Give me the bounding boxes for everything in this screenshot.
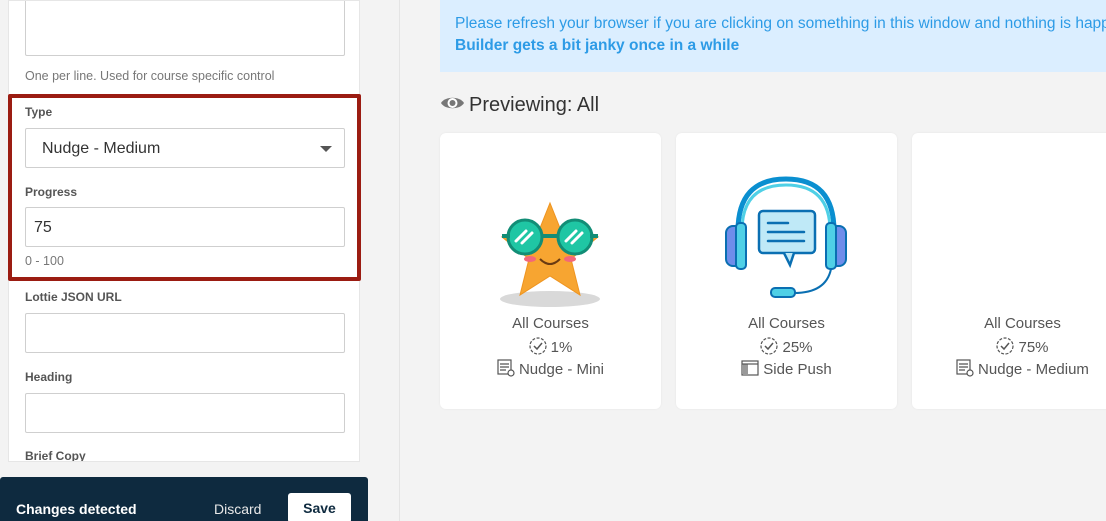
card-type-row: Side Push <box>676 359 897 381</box>
preview-header: Previewing: All <box>440 92 599 118</box>
lottie-url-label: Lottie JSON URL <box>25 290 122 304</box>
type-select-value: Nudge - Medium <box>42 140 161 157</box>
preview-card[interactable]: All Courses 25% Side Push <box>676 133 897 409</box>
card-progress-row: 75% <box>912 337 1106 359</box>
preview-title: Previewing: All <box>469 93 600 116</box>
heading-input[interactable] <box>25 393 345 433</box>
card-progress-row: 25% <box>676 337 897 359</box>
card-type: Side Push <box>763 361 832 378</box>
preview-card[interactable]: All Courses 1% Nudge - Mini <box>440 133 661 409</box>
notice-text: Please refresh your browser if you are c… <box>455 15 1106 32</box>
star-sunglasses-illustration <box>440 133 661 313</box>
card-progress: 75% <box>1018 339 1049 356</box>
progress-help-text: 0 - 100 <box>25 254 64 268</box>
heading-label: Heading <box>25 370 73 384</box>
card-type-row: Nudge - Mini <box>440 359 661 381</box>
progress-check-icon <box>996 337 1015 359</box>
progress-check-icon <box>529 337 547 359</box>
form-card: One per line. Used for course specific c… <box>8 0 360 462</box>
card-art-placeholder <box>912 133 1106 313</box>
progress-check-icon <box>760 337 779 359</box>
card-progress-row: 1% <box>440 337 661 359</box>
card-progress: 25% <box>782 339 813 356</box>
card-type: Nudge - Medium <box>978 361 1089 378</box>
card-progress: 1% <box>550 339 573 356</box>
changes-detected-text: Changes detected <box>16 501 137 517</box>
changes-bar: Changes detected Discard Save <box>0 477 368 521</box>
course-ids-textarea[interactable] <box>25 1 345 56</box>
type-select[interactable]: Nudge - Medium <box>25 128 345 168</box>
card-type: Nudge - Mini <box>518 361 605 378</box>
eye-icon <box>440 94 465 117</box>
card-scope: All Courses <box>984 315 1061 332</box>
discard-button[interactable]: Discard <box>214 501 261 517</box>
card-scope: All Courses <box>512 315 589 332</box>
chevron-down-icon <box>320 146 332 152</box>
nudge-icon <box>497 359 515 381</box>
brief-copy-label: Brief Copy <box>25 449 86 462</box>
refresh-notice: Please refresh your browser if you are c… <box>440 0 1106 72</box>
card-scope: All Courses <box>748 315 825 332</box>
card-type-row: Nudge - Medium <box>912 359 1106 381</box>
settings-panel: One per line. Used for course specific c… <box>0 0 400 521</box>
progress-label: Progress <box>25 185 78 199</box>
progress-input-value: 75 <box>34 219 52 236</box>
headset-chat-illustration <box>676 133 897 313</box>
side-push-icon <box>741 359 759 381</box>
progress-input[interactable]: 75 <box>25 207 345 247</box>
lottie-url-input[interactable] <box>25 313 345 353</box>
preview-card[interactable]: All Courses 75% Nudge - Medium <box>912 133 1106 409</box>
save-button[interactable]: Save <box>288 493 351 521</box>
notice-emphasis: Builder gets a bit janky once in a while <box>455 37 740 54</box>
nudge-icon <box>956 359 974 381</box>
textarea-help-text: One per line. Used for course specific c… <box>25 69 275 83</box>
type-label: Type <box>25 105 53 119</box>
